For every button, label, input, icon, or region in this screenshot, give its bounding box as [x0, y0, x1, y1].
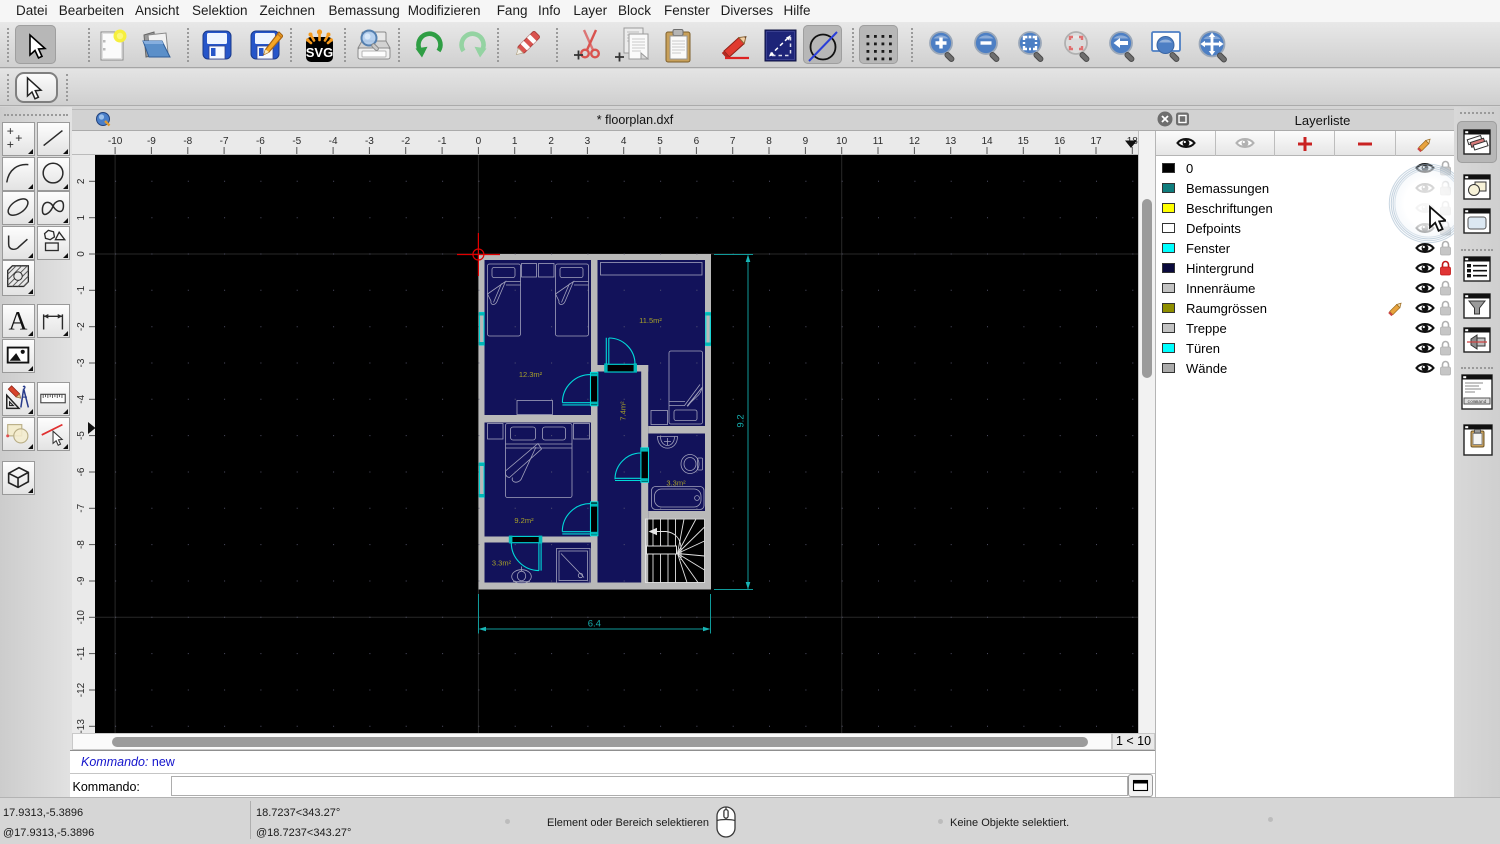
svg-text:8: 8 [766, 136, 772, 147]
svg-text:+: + [15, 131, 22, 145]
svg-text:-5: -5 [292, 136, 301, 147]
svg-text:17: 17 [1090, 136, 1102, 147]
svg-text:7.4m²: 7.4m² [619, 401, 628, 421]
svg-text:16: 16 [1054, 136, 1066, 147]
svg-text:-6: -6 [256, 136, 265, 147]
svg-text:-1: -1 [76, 285, 87, 294]
svg-text:-13: -13 [76, 719, 87, 733]
svg-text:command: command [1468, 399, 1487, 405]
svg-text:11: 11 [873, 136, 884, 147]
svg-text:14: 14 [981, 136, 993, 147]
svg-text:3.3m²: 3.3m² [666, 479, 686, 488]
svg-text:-6: -6 [76, 467, 87, 476]
svg-text:13: 13 [945, 136, 957, 147]
svg-text:9: 9 [803, 136, 809, 147]
svg-text:-10: -10 [76, 610, 87, 625]
svg-text:A: A [9, 306, 28, 335]
svg-text:1: 1 [76, 214, 87, 220]
svg-text:+: + [7, 137, 14, 151]
svg-text:-2: -2 [76, 322, 87, 331]
svg-text:6.4: 6.4 [588, 619, 601, 630]
svg-text:-7: -7 [220, 136, 229, 147]
svg-text:SVG: SVG [306, 45, 333, 60]
svg-text:9.2m²: 9.2m² [514, 516, 534, 525]
svg-text:-3: -3 [365, 136, 374, 147]
svg-text:+: + [7, 124, 14, 138]
svg-text:2: 2 [548, 136, 554, 147]
svg-text:10: 10 [836, 136, 848, 147]
svg-text:-4: -4 [76, 394, 87, 403]
svg-text:0: 0 [476, 136, 482, 147]
svg-text:15: 15 [1018, 136, 1030, 147]
svg-text:0: 0 [76, 251, 87, 257]
svg-text:-1: -1 [438, 136, 447, 147]
svg-text:-11: -11 [76, 646, 87, 660]
svg-text:12: 12 [909, 136, 921, 147]
svg-text:11.5m²: 11.5m² [639, 316, 662, 325]
svg-text:-8: -8 [183, 136, 192, 147]
svg-text:-2: -2 [401, 136, 410, 147]
svg-text:4: 4 [621, 136, 627, 147]
svg-text:5: 5 [657, 136, 663, 147]
svg-text:1: 1 [512, 136, 518, 147]
svg-text:7: 7 [730, 136, 736, 147]
svg-text:6: 6 [694, 136, 700, 147]
svg-text:3: 3 [585, 136, 591, 147]
svg-text:-3: -3 [76, 358, 87, 367]
svg-text:-4: -4 [329, 136, 338, 147]
svg-text:-8: -8 [76, 540, 87, 549]
svg-text:-10: -10 [108, 136, 123, 147]
svg-text:-7: -7 [76, 503, 87, 512]
svg-text:3.3m²: 3.3m² [492, 559, 512, 568]
svg-text:-12: -12 [76, 682, 87, 697]
svg-text:-5: -5 [76, 431, 87, 440]
svg-text:9.2: 9.2 [736, 414, 747, 427]
svg-text:-9: -9 [76, 576, 87, 585]
svg-text:12.3m²: 12.3m² [519, 370, 543, 379]
svg-text:-9: -9 [147, 136, 156, 147]
svg-text:2: 2 [76, 178, 87, 184]
